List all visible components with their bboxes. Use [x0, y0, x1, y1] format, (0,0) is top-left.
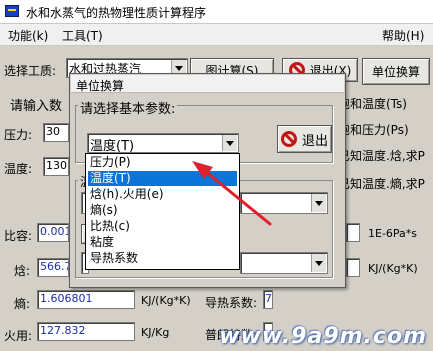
- watermark: www.9a9m.com: [219, 324, 427, 349]
- annotation-arrow-icon: [192, 161, 272, 226]
